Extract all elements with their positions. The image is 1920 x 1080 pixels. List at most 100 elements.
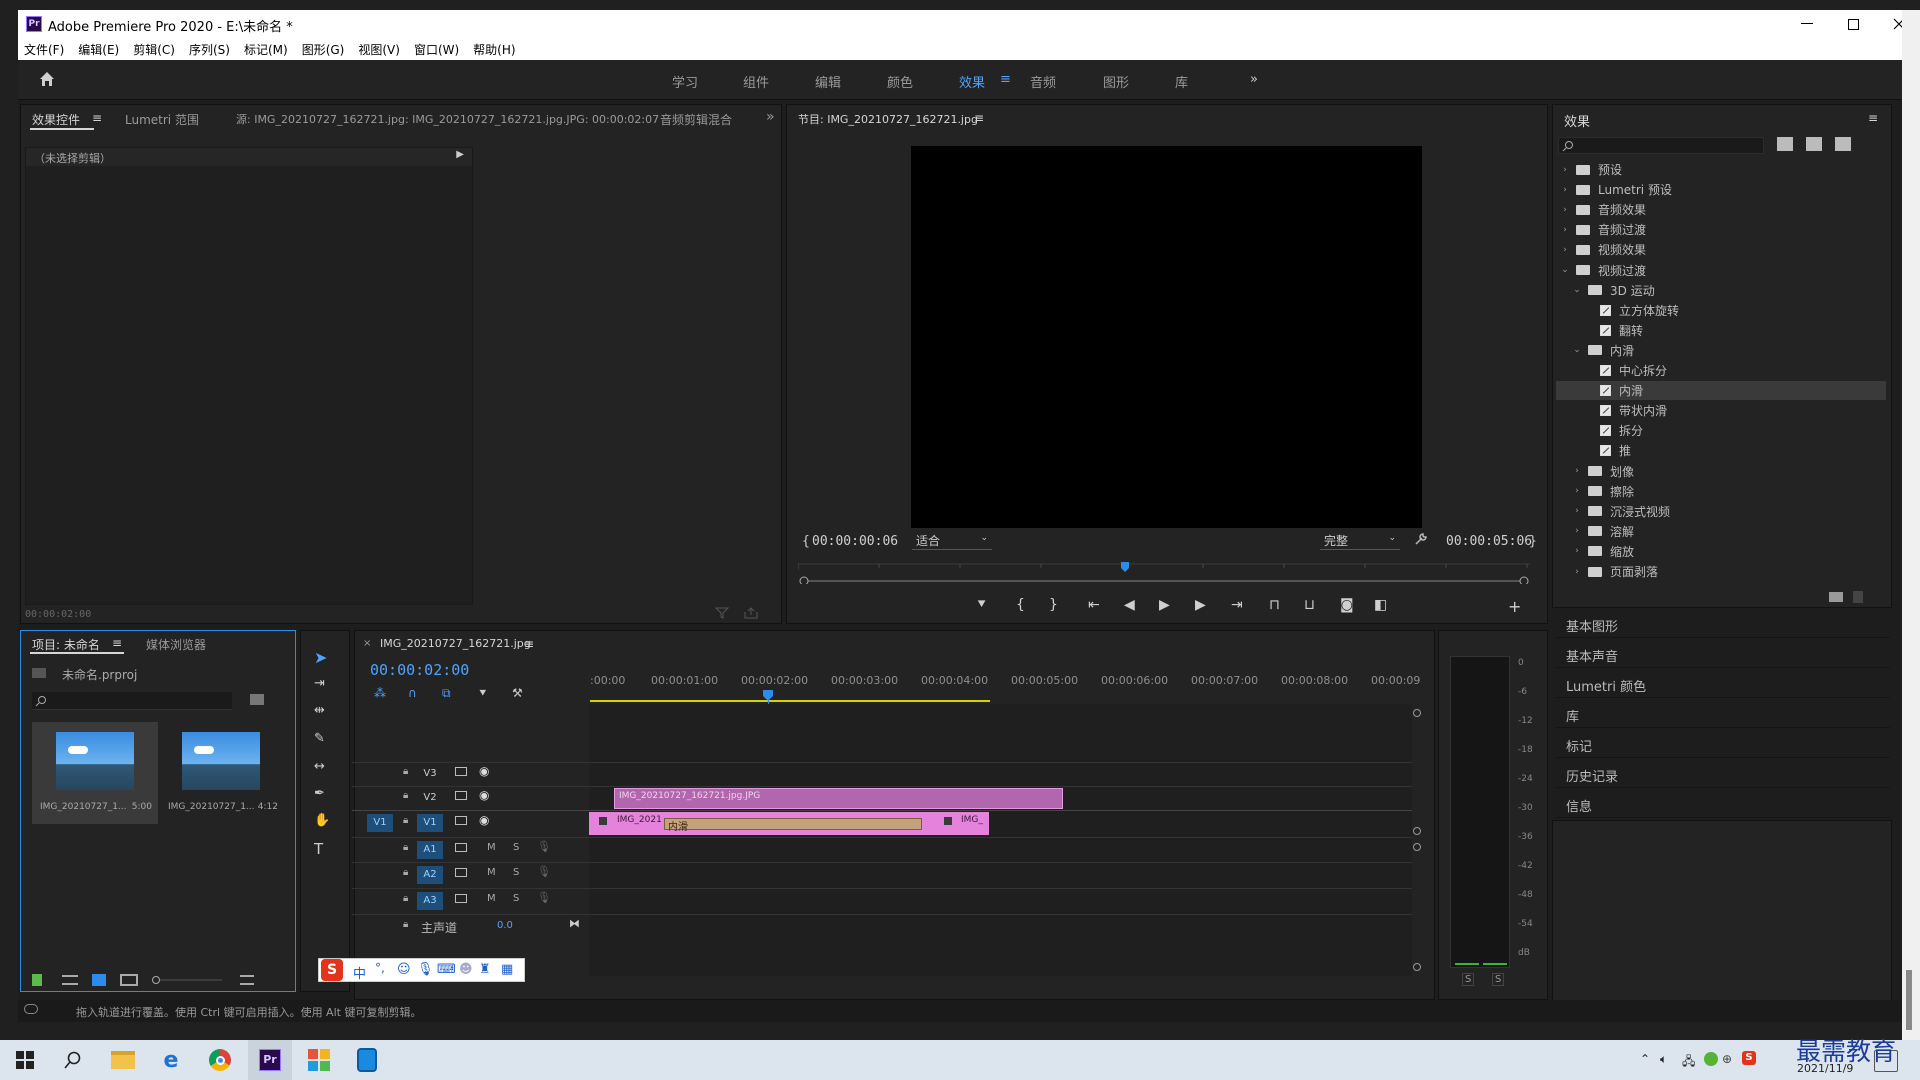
menu-marker[interactable]: 标记(M)	[244, 41, 288, 58]
emoji-icon[interactable]: ☺	[397, 962, 411, 977]
tab-effect-controls[interactable]: 效果控件	[32, 111, 80, 128]
solo-button[interactable]: S	[513, 893, 519, 904]
menu-file[interactable]: 文件(F)	[24, 41, 64, 58]
insert-sequence-nested-icon[interactable]: ⁂	[374, 686, 386, 700]
chevron-right-icon[interactable]: ›	[1572, 567, 1582, 577]
track-lock-icon[interactable]: 🔒︎	[403, 842, 408, 853]
program-playhead-timecode[interactable]: 00:00:00:06	[812, 534, 898, 549]
effects-folder[interactable]: › 缩放	[1556, 542, 1886, 561]
chrome-icon[interactable]	[205, 1045, 235, 1075]
chevron-right-icon[interactable]: ›	[1560, 185, 1570, 195]
clip-v1[interactable]: IMG_2021 内滑 IMG_	[589, 812, 989, 835]
export-frame-icon[interactable]: ◙	[1340, 597, 1354, 613]
network-icon[interactable]: 🖧	[1682, 1052, 1695, 1073]
microphone-icon[interactable]: 🎙︎	[537, 891, 551, 904]
effect-item[interactable]: 内滑	[1556, 381, 1886, 401]
track-lock-icon[interactable]: 🔒︎	[403, 919, 408, 930]
chevron-right-icon[interactable]: ›	[1560, 165, 1570, 175]
timeline-menu-icon[interactable]: ≡	[524, 637, 534, 651]
workspace-libraries[interactable]: 库	[1175, 72, 1188, 91]
master-volume-value[interactable]: 0.0	[497, 920, 513, 931]
wrench-icon[interactable]	[1414, 532, 1428, 546]
program-video-frame[interactable]	[911, 146, 1422, 528]
32bit-effects-icon[interactable]	[1806, 137, 1822, 151]
workspace-learn[interactable]: 学习	[672, 72, 698, 91]
chevron-right-icon[interactable]: ›	[1572, 506, 1582, 516]
solo-button[interactable]: S	[513, 867, 519, 878]
panel-history[interactable]: 历史记录	[1556, 760, 1890, 788]
tab-menu-icon[interactable]: ≡	[92, 111, 102, 125]
effects-folder[interactable]: › 溶解	[1556, 522, 1886, 541]
sync-lock-icon[interactable]	[455, 767, 467, 776]
project-menu-icon[interactable]: ≡	[112, 636, 122, 650]
sync-lock-icon[interactable]	[455, 894, 467, 903]
slip-tool-icon[interactable]: ↔	[314, 759, 336, 779]
effects-folder[interactable]: › 音频效果	[1556, 200, 1886, 219]
track-label-a3[interactable]: A3	[417, 892, 443, 910]
expand-triangle-icon[interactable]: ▶	[456, 149, 464, 160]
home-icon[interactable]	[38, 70, 56, 88]
workspace-editing[interactable]: 编辑	[815, 72, 841, 91]
track-lock-icon[interactable]: 🔒︎	[403, 766, 408, 777]
timeline-close-icon[interactable]: ×	[363, 638, 371, 649]
skin-icon[interactable]: ♜	[479, 962, 491, 977]
work-area-bar[interactable]	[590, 700, 990, 702]
mute-button[interactable]: M	[487, 867, 496, 878]
button-editor-icon[interactable]: +	[1508, 597, 1521, 616]
edge-icon[interactable]: e	[156, 1045, 186, 1075]
panel-essential-graphics[interactable]: 基本图形	[1556, 610, 1890, 638]
sync-lock-icon[interactable]	[455, 843, 467, 852]
effects-folder[interactable]: › 页面剥落	[1556, 562, 1886, 581]
program-scrubber[interactable]	[798, 560, 1530, 584]
track-label-a2[interactable]: A2	[417, 866, 443, 884]
effects-folder[interactable]: ⌄ 内滑	[1556, 341, 1886, 360]
icon-view-icon[interactable]	[92, 974, 106, 986]
sogou-logo-icon[interactable]: S	[321, 959, 343, 981]
effects-folder[interactable]: › 音频过渡	[1556, 220, 1886, 239]
track-eye-icon[interactable]: ◉	[479, 813, 489, 827]
delete-icon[interactable]	[1853, 591, 1863, 603]
windows-start-icon[interactable]	[10, 1045, 40, 1075]
menu-sequence[interactable]: 序列(S)	[189, 41, 230, 58]
premiere-taskbar-icon[interactable]: Pr	[248, 1040, 292, 1080]
effects-menu-icon[interactable]: ≡	[1868, 111, 1878, 125]
timeline-marker-icon[interactable]: ⯆	[478, 686, 488, 701]
mute-button[interactable]: M	[487, 842, 496, 853]
time-ruler[interactable]: :00:00 00:00:01:00 00:00:02:00 00:00:03:…	[590, 670, 1420, 702]
effect-item[interactable]: 中心拆分	[1556, 361, 1886, 380]
list-view-icon[interactable]	[62, 975, 78, 985]
tab-media-browser[interactable]: 媒体浏览器	[146, 636, 206, 653]
effects-folder[interactable]: › 视频效果	[1556, 240, 1886, 259]
clip-v2[interactable]: IMG_20210727_162721.jpg.JPG	[614, 788, 1063, 809]
mute-button[interactable]: M	[487, 893, 496, 904]
sort-icon[interactable]	[240, 975, 254, 985]
effects-folder[interactable]: › 沉浸式视频	[1556, 502, 1886, 521]
outer-scrollbar-thumb[interactable]	[1906, 970, 1912, 1030]
step-back-icon[interactable]: ◀	[1124, 597, 1135, 613]
microphone-icon[interactable]: 🎙︎	[537, 840, 551, 853]
panel-libraries[interactable]: 库	[1556, 700, 1890, 728]
sogou-tray-icon[interactable]: S	[1742, 1051, 1756, 1065]
user-icon[interactable]: ☻	[459, 962, 473, 977]
effects-folder[interactable]: ⌄ 视频过渡	[1556, 261, 1886, 280]
add-marker-icon[interactable]: ⯆	[976, 597, 987, 613]
mark-in-icon[interactable]: {	[1016, 597, 1025, 613]
new-bin-project-icon[interactable]	[250, 694, 264, 705]
selection-tool-icon[interactable]: ➤	[314, 648, 336, 668]
meter-solo-right[interactable]: S	[1492, 973, 1505, 986]
track-eye-icon[interactable]: ◉	[479, 764, 489, 778]
microphone-icon[interactable]: 🎙︎	[537, 865, 551, 878]
timeline-timecode[interactable]: 00:00:02:00	[370, 661, 469, 679]
program-monitor-title[interactable]: 节目: IMG_20210727_162721.jpg	[798, 111, 978, 127]
razor-tool-icon[interactable]: ✎	[314, 731, 336, 751]
hand-tool-icon[interactable]: ✋	[314, 813, 336, 833]
workspace-menu-icon[interactable]: ≡	[1000, 72, 1011, 87]
chevron-right-icon[interactable]: ›	[1572, 526, 1582, 536]
toolbox-icon[interactable]: ▦	[501, 962, 513, 977]
new-bin-icon[interactable]	[1829, 592, 1843, 602]
source-patch-v1[interactable]: V1	[367, 814, 393, 832]
menu-view[interactable]: 视图(V)	[358, 41, 400, 58]
effects-folder[interactable]: › 划像	[1556, 462, 1886, 481]
sync-lock-icon[interactable]	[455, 791, 467, 800]
effects-folder[interactable]: › 擦除	[1556, 482, 1886, 501]
